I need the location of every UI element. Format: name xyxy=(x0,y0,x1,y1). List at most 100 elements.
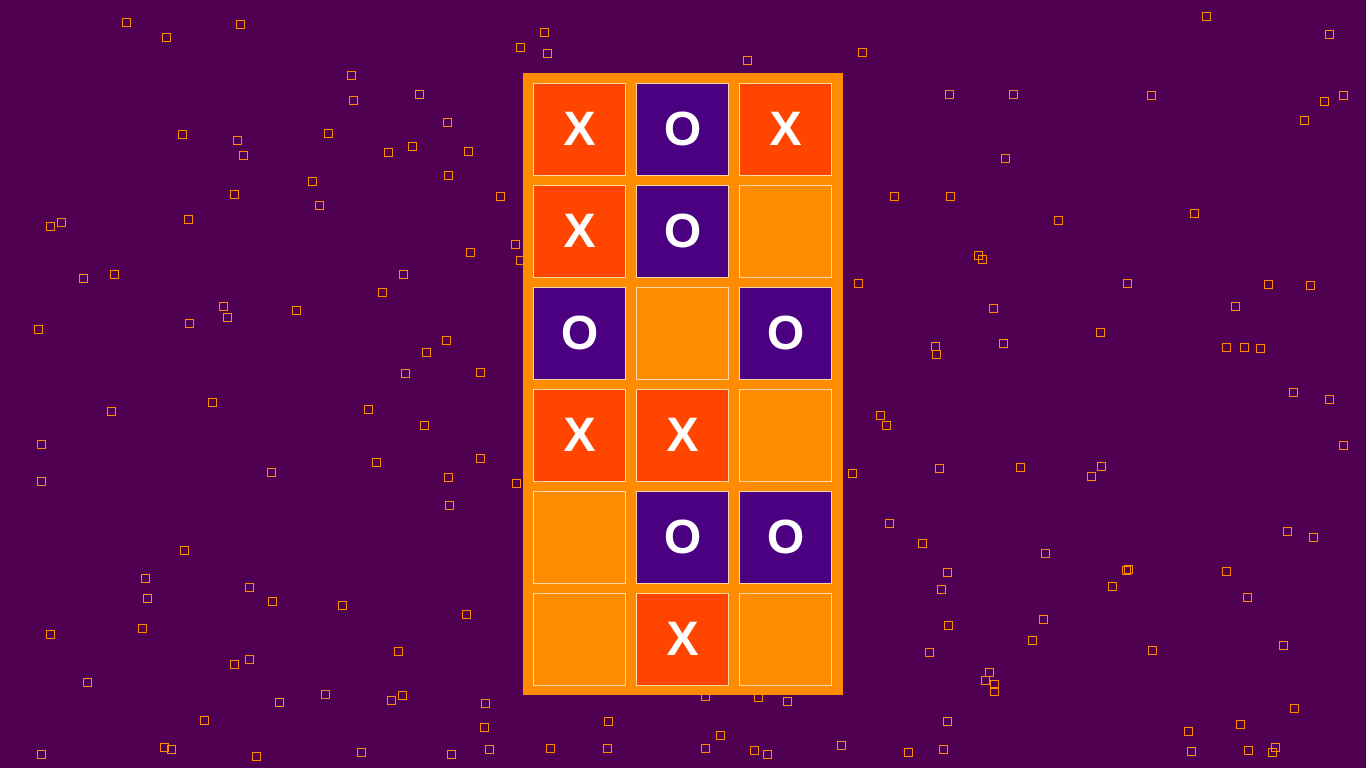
decor-square xyxy=(233,136,242,145)
decor-square xyxy=(1124,565,1133,574)
decor-square xyxy=(931,342,940,351)
decor-square xyxy=(315,201,324,210)
decor-square xyxy=(990,680,999,689)
decor-square xyxy=(422,348,431,357)
decor-square xyxy=(185,319,194,328)
decor-square xyxy=(442,336,451,345)
decor-square xyxy=(1184,727,1193,736)
decor-square xyxy=(882,421,891,430)
decor-square xyxy=(245,583,254,592)
decor-square xyxy=(208,398,217,407)
decor-square xyxy=(743,56,752,65)
cell-r2-c1[interactable]: X xyxy=(533,185,626,278)
decor-square xyxy=(364,405,373,414)
decor-square xyxy=(1325,30,1334,39)
decor-square xyxy=(267,468,276,477)
cell-r3-c3[interactable]: O xyxy=(739,287,832,380)
decor-square xyxy=(1244,746,1253,755)
decor-square xyxy=(1009,90,1018,99)
cell-r1-c3[interactable]: X xyxy=(739,83,832,176)
decor-square xyxy=(384,148,393,157)
decor-square xyxy=(167,745,176,754)
decor-square xyxy=(546,744,555,753)
decor-square xyxy=(57,218,66,227)
decor-square xyxy=(763,750,772,759)
decor-square xyxy=(476,368,485,377)
decor-square xyxy=(944,621,953,630)
decor-square xyxy=(387,696,396,705)
decor-square xyxy=(321,690,330,699)
decor-square xyxy=(1268,748,1277,757)
decor-square xyxy=(184,215,193,224)
decor-square xyxy=(750,746,759,755)
decor-square xyxy=(349,96,358,105)
decor-square xyxy=(1300,116,1309,125)
decor-square xyxy=(1097,462,1106,471)
cell-r5-c1[interactable] xyxy=(533,491,626,584)
decor-square xyxy=(516,43,525,52)
cell-r6-c1[interactable] xyxy=(533,593,626,686)
cell-r6-c3[interactable] xyxy=(739,593,832,686)
cell-r1-c1[interactable]: X xyxy=(533,83,626,176)
cell-r5-c2[interactable]: O xyxy=(636,491,729,584)
decor-square xyxy=(37,440,46,449)
cell-r1-c2[interactable]: O xyxy=(636,83,729,176)
decor-square xyxy=(943,568,952,577)
decor-square xyxy=(918,539,927,548)
decor-square xyxy=(1190,209,1199,218)
cell-r3-c2[interactable] xyxy=(636,287,729,380)
decor-square xyxy=(943,717,952,726)
decor-square xyxy=(401,369,410,378)
decor-square xyxy=(160,743,169,752)
cell-r6-c2[interactable]: X xyxy=(636,593,729,686)
decor-square xyxy=(1289,388,1298,397)
decor-square xyxy=(308,177,317,186)
decor-square xyxy=(1236,720,1245,729)
decor-square xyxy=(1096,328,1105,337)
decor-square xyxy=(245,655,254,664)
decor-square xyxy=(239,151,248,160)
decor-square xyxy=(268,597,277,606)
decor-square xyxy=(347,71,356,80)
decor-square xyxy=(990,687,999,696)
decor-square xyxy=(1339,441,1348,450)
decor-square xyxy=(1016,463,1025,472)
cell-r3-c1[interactable]: O xyxy=(533,287,626,380)
decor-square xyxy=(1123,279,1132,288)
decor-square xyxy=(200,716,209,725)
decor-square xyxy=(1243,593,1252,602)
decor-square xyxy=(180,546,189,555)
cell-r4-c2[interactable]: X xyxy=(636,389,729,482)
decor-square xyxy=(83,678,92,687)
decor-square xyxy=(904,748,913,757)
decor-square xyxy=(540,28,549,37)
decor-square xyxy=(946,192,955,201)
decor-square xyxy=(223,313,232,322)
cell-r5-c3[interactable]: O xyxy=(739,491,832,584)
cell-r4-c3[interactable] xyxy=(739,389,832,482)
decor-square xyxy=(480,723,489,732)
decor-square xyxy=(445,501,454,510)
decor-square xyxy=(110,270,119,279)
decor-square xyxy=(858,48,867,57)
decor-square xyxy=(37,477,46,486)
decor-square xyxy=(716,731,725,740)
cell-r2-c3[interactable] xyxy=(739,185,832,278)
decor-square xyxy=(444,473,453,482)
decor-square xyxy=(122,18,131,27)
decor-square xyxy=(138,624,147,633)
cell-r2-c2[interactable]: O xyxy=(636,185,729,278)
decor-square xyxy=(162,33,171,42)
decor-square xyxy=(481,699,490,708)
decor-square xyxy=(79,274,88,283)
cell-r4-c1[interactable]: X xyxy=(533,389,626,482)
decor-square xyxy=(935,464,944,473)
decor-square xyxy=(1054,216,1063,225)
decor-square xyxy=(408,142,417,151)
decor-square xyxy=(37,750,46,759)
decor-square xyxy=(925,648,934,657)
decor-square xyxy=(1148,646,1157,655)
decor-square xyxy=(932,350,941,359)
decor-square xyxy=(876,411,885,420)
decor-square xyxy=(1222,567,1231,576)
